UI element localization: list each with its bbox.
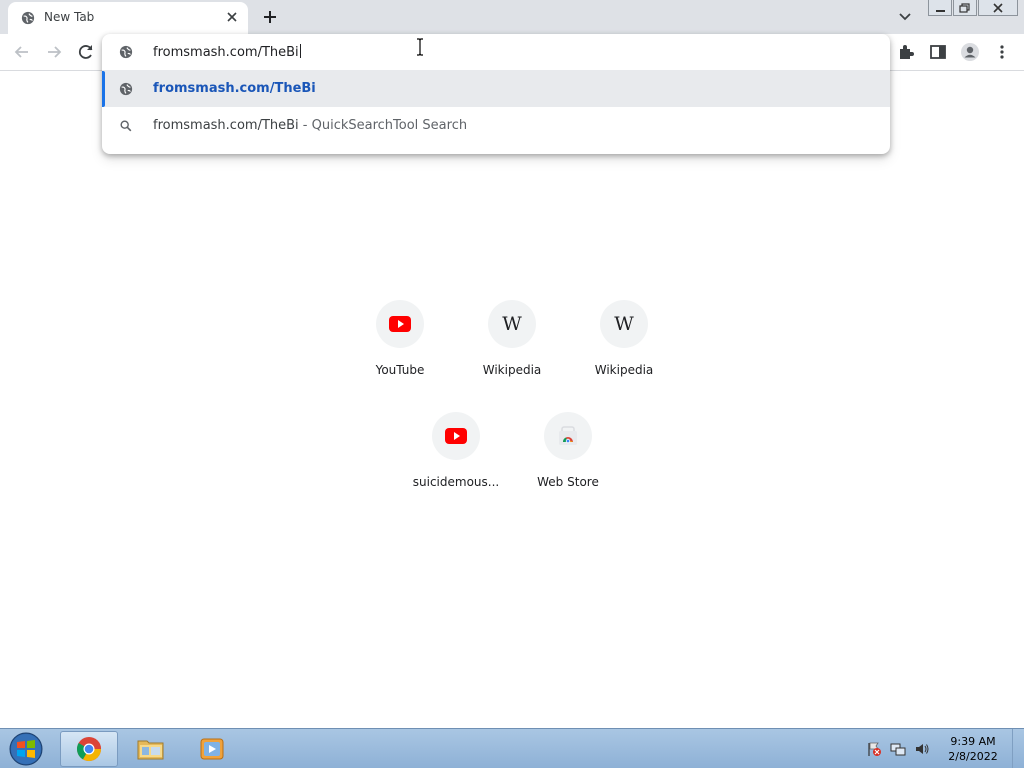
address-bar-text: fromsmash.com/TheBi bbox=[153, 45, 299, 60]
windows-explorer-icon bbox=[137, 740, 164, 760]
system-clock[interactable]: 9:39 AM 2/8/2022 bbox=[940, 734, 1006, 764]
selection-indicator bbox=[102, 71, 105, 107]
new-tab-button[interactable] bbox=[260, 7, 280, 27]
restore-icon bbox=[959, 3, 970, 13]
maximize-button[interactable] bbox=[953, 0, 977, 16]
menu-dots-icon[interactable] bbox=[993, 43, 1011, 61]
shortcut-icon-circle bbox=[376, 300, 424, 348]
action-center-flag-icon[interactable] bbox=[866, 741, 882, 757]
tab-strip: New Tab bbox=[0, 0, 1024, 34]
extensions-icon[interactable] bbox=[897, 43, 915, 61]
chevron-down-icon[interactable] bbox=[896, 8, 914, 26]
shortcut-label: YouTube bbox=[375, 363, 425, 377]
forward-button[interactable] bbox=[44, 42, 64, 62]
shortcut-tile[interactable]: YouTube bbox=[344, 300, 456, 400]
shortcut-icon-circle bbox=[544, 412, 592, 460]
volume-icon[interactable] bbox=[914, 741, 930, 757]
close-window-button[interactable] bbox=[978, 0, 1018, 16]
windows-start-icon[interactable] bbox=[6, 731, 46, 767]
window-controls bbox=[928, 0, 1018, 18]
globe-icon bbox=[119, 45, 133, 59]
globe-icon bbox=[21, 11, 35, 25]
shortcut-tile[interactable]: W Wikipedia bbox=[456, 300, 568, 400]
shortcut-tile[interactable]: suicidemous... bbox=[400, 412, 512, 512]
suggestion-text: fromsmash.com/TheBi - QuickSearchTool Se… bbox=[153, 118, 467, 133]
shortcut-tile[interactable]: W Wikipedia bbox=[568, 300, 680, 400]
close-window-icon bbox=[993, 3, 1003, 13]
shortcut-label: Wikipedia bbox=[594, 363, 654, 377]
back-button[interactable] bbox=[12, 42, 32, 62]
shortcut-label: suicidemous... bbox=[412, 475, 500, 489]
side-panel-icon[interactable] bbox=[929, 43, 947, 61]
shortcut-label: Web Store bbox=[537, 475, 599, 489]
shortcut-tile[interactable]: Web Store bbox=[512, 412, 624, 512]
search-icon bbox=[120, 120, 132, 132]
suggestion-description: - QuickSearchTool Search bbox=[298, 118, 468, 133]
shortcut-icon-circle bbox=[432, 412, 480, 460]
text-cursor-icon bbox=[417, 38, 423, 56]
wikipedia-icon: W bbox=[502, 313, 522, 335]
globe-icon bbox=[119, 82, 133, 96]
taskbar-chrome[interactable] bbox=[60, 731, 118, 767]
browser-window: New Tab YouTube W Wikipedia W Wikipedia … bbox=[0, 0, 1024, 768]
media-player-icon bbox=[200, 738, 224, 760]
address-bar[interactable]: fromsmash.com/TheBi bbox=[102, 34, 890, 70]
shortcut-icon-circle: W bbox=[488, 300, 536, 348]
taskbar-media-player[interactable] bbox=[184, 731, 242, 767]
youtube-icon bbox=[389, 316, 411, 332]
suggestion-query: fromsmash.com/TheBi bbox=[153, 118, 299, 133]
youtube-icon bbox=[445, 428, 467, 444]
show-desktop-button[interactable] bbox=[1012, 729, 1024, 768]
omnibox-popup: fromsmash.com/TheBi fromsmash.com/TheBi … bbox=[102, 34, 890, 154]
taskbar-explorer[interactable] bbox=[122, 731, 180, 767]
network-icon[interactable] bbox=[890, 741, 906, 757]
suggestion-url[interactable]: fromsmash.com/TheBi bbox=[102, 71, 890, 107]
shortcut-icon-circle: W bbox=[600, 300, 648, 348]
suggestion-search[interactable]: fromsmash.com/TheBi - QuickSearchTool Se… bbox=[102, 108, 890, 144]
chrome-web-store-icon bbox=[559, 426, 577, 445]
shortcut-label: Wikipedia bbox=[482, 363, 542, 377]
clock-date: 2/8/2022 bbox=[948, 750, 998, 763]
minimize-icon bbox=[936, 10, 945, 12]
chrome-icon bbox=[76, 737, 101, 762]
tab-new-tab[interactable]: New Tab bbox=[8, 2, 248, 34]
wikipedia-icon: W bbox=[614, 313, 634, 335]
text-caret bbox=[299, 44, 301, 58]
clock-time: 9:39 AM bbox=[950, 735, 996, 748]
minimize-button[interactable] bbox=[928, 0, 952, 16]
close-icon[interactable] bbox=[225, 10, 239, 24]
profile-avatar-icon[interactable] bbox=[960, 42, 980, 62]
reload-button[interactable] bbox=[76, 42, 96, 62]
suggestion-text: fromsmash.com/TheBi bbox=[153, 81, 316, 96]
tab-title: New Tab bbox=[44, 10, 95, 24]
taskbar: 9:39 AM 2/8/2022 bbox=[0, 728, 1024, 768]
address-bar-input[interactable]: fromsmash.com/TheBi bbox=[153, 44, 301, 60]
